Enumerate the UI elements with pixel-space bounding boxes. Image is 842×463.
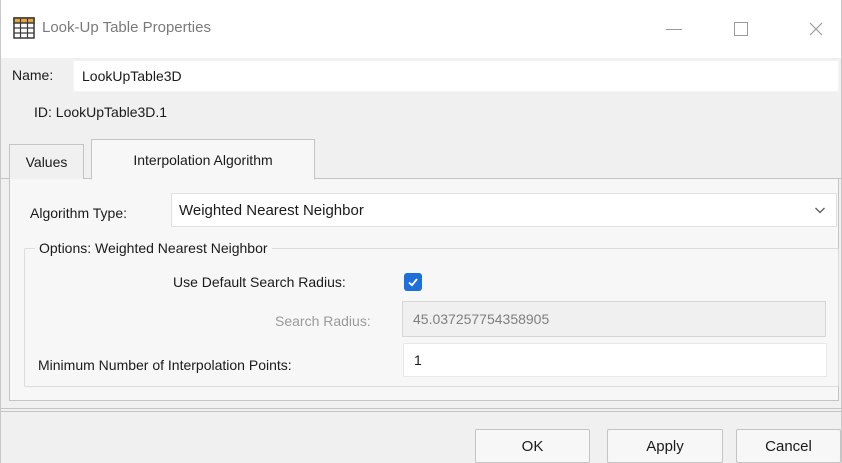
use-default-radius-label: Use Default Search Radius: bbox=[173, 274, 346, 290]
tab-bar: Values Interpolation Algorithm bbox=[1, 134, 841, 180]
close-icon bbox=[809, 22, 823, 36]
footer-divider bbox=[1, 408, 841, 409]
minimize-icon bbox=[666, 28, 682, 30]
name-row: Name: bbox=[1, 58, 841, 94]
name-input[interactable] bbox=[73, 60, 839, 92]
min-points-label: Minimum Number of Interpolation Points: bbox=[38, 357, 292, 373]
dialog-window: Look-Up Table Properties Name: ID: LookU… bbox=[0, 0, 842, 463]
footer-divider-inner bbox=[1, 411, 841, 412]
ok-button[interactable]: OK bbox=[475, 429, 590, 463]
title-bar[interactable]: Look-Up Table Properties bbox=[1, 0, 841, 58]
min-points-field[interactable]: 1 bbox=[403, 343, 827, 377]
chevron-down-icon bbox=[815, 207, 825, 214]
apply-button[interactable]: Apply bbox=[607, 429, 723, 463]
window-title: Look-Up Table Properties bbox=[42, 19, 211, 36]
minimize-button[interactable] bbox=[645, 0, 703, 58]
search-radius-field: 45.037257754358905 bbox=[402, 301, 826, 337]
algorithm-type-value: Weighted Nearest Neighbor bbox=[179, 201, 364, 219]
table-grid-icon bbox=[13, 17, 35, 39]
tab-panel: Algorithm Type: Weighted Nearest Neighbo… bbox=[9, 179, 839, 401]
tab-values[interactable]: Values bbox=[9, 144, 84, 179]
maximize-button[interactable] bbox=[712, 0, 770, 58]
algorithm-type-label: Algorithm Type: bbox=[30, 205, 128, 221]
search-radius-label: Search Radius: bbox=[275, 313, 371, 329]
close-button[interactable] bbox=[787, 0, 842, 58]
checkmark-icon bbox=[408, 278, 418, 287]
algorithm-type-select[interactable]: Weighted Nearest Neighbor bbox=[171, 193, 837, 227]
options-group: Options: Weighted Nearest Neighbor Use D… bbox=[24, 240, 839, 387]
id-label: ID: LookUpTable3D.1 bbox=[34, 104, 168, 120]
options-group-legend: Options: Weighted Nearest Neighbor bbox=[35, 240, 272, 256]
name-label: Name: bbox=[12, 67, 54, 83]
cancel-button[interactable]: Cancel bbox=[736, 429, 841, 463]
maximize-icon bbox=[734, 22, 748, 36]
tab-interpolation-algorithm[interactable]: Interpolation Algorithm bbox=[91, 139, 315, 180]
use-default-radius-checkbox[interactable] bbox=[404, 273, 422, 291]
